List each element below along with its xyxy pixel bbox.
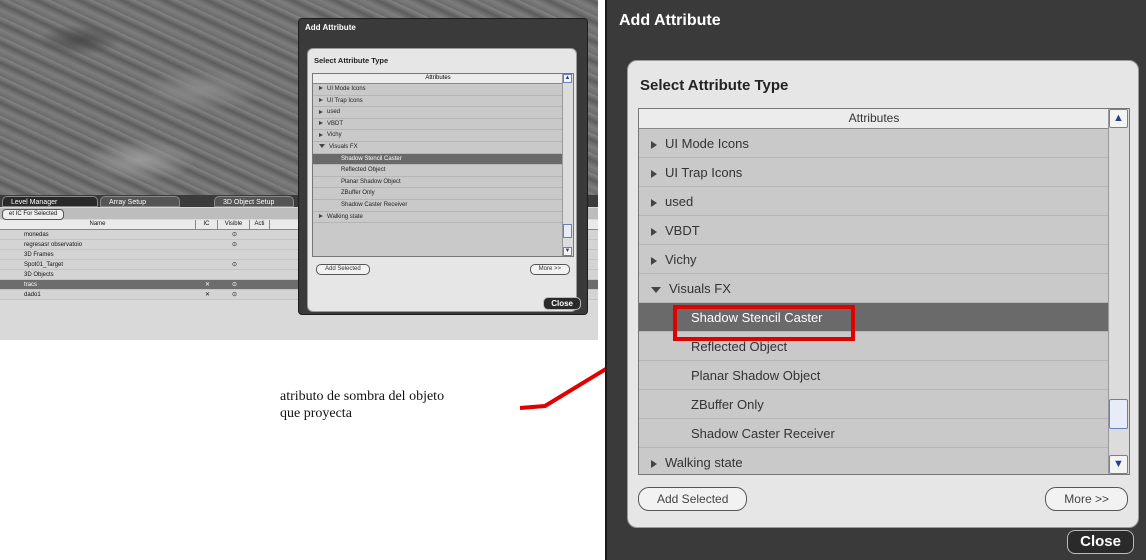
close-button[interactable]: Close xyxy=(1067,530,1134,554)
attribute-item[interactable]: UI Mode Icons xyxy=(639,129,1109,158)
attribute-item[interactable]: Walking state xyxy=(639,448,1109,474)
list-header: Attributes xyxy=(639,109,1109,129)
expand-right-icon[interactable] xyxy=(651,140,657,149)
scroll-up-icon[interactable]: ▲ xyxy=(1109,109,1128,128)
attribute-item-label: Shadow Caster Receiver xyxy=(691,426,835,441)
attribute-item-label: UI Mode Icons xyxy=(665,136,749,151)
attribute-item[interactable]: Shadow Caster Receiver xyxy=(639,419,1109,448)
attribute-list: Attributes UI Mode Icons UI Trap Icons use… xyxy=(638,108,1130,475)
section-title: Select Attribute Type xyxy=(640,77,789,94)
dialog-title: Add Attribute xyxy=(619,12,721,29)
attribute-item-label: Walking state xyxy=(665,455,743,470)
add-attribute-dialog: Add Attribute Select Attribute Type Attr… xyxy=(605,0,1146,560)
highlight-box xyxy=(673,305,855,341)
expand-right-icon[interactable] xyxy=(651,169,657,178)
attribute-item-label: Planar Shadow Object xyxy=(691,368,821,383)
expand-right-icon[interactable] xyxy=(651,256,657,265)
attribute-item-label: VBDT xyxy=(665,223,700,238)
attribute-item-label: Reflected Object xyxy=(691,339,788,354)
attribute-item-label: Vichy xyxy=(665,252,697,267)
attribute-item[interactable]: ZBuffer Only xyxy=(639,390,1109,419)
add-selected-button[interactable]: Add Selected xyxy=(638,487,748,511)
attribute-items: UI Mode Icons UI Trap Icons used VBDT Vichy V… xyxy=(639,129,1129,474)
expand-right-icon[interactable] xyxy=(651,459,657,468)
scrollbar[interactable]: ▲ ▼ xyxy=(1108,109,1129,474)
dialog-body: Select Attribute Type Attributes UI Mode… xyxy=(627,60,1139,528)
attribute-item[interactable]: UI Trap Icons xyxy=(639,158,1109,187)
expand-down-icon[interactable] xyxy=(651,286,661,293)
attribute-item[interactable]: used xyxy=(639,187,1109,216)
scroll-down-icon[interactable]: ▼ xyxy=(1109,455,1128,474)
attribute-item-label: ZBuffer Only xyxy=(691,397,764,412)
attribute-item-label: Visuals FX xyxy=(669,281,731,296)
expand-right-icon[interactable] xyxy=(651,198,657,207)
more-button[interactable]: More >> xyxy=(1045,487,1128,511)
scroll-thumb[interactable] xyxy=(1109,399,1128,429)
attribute-item[interactable]: Vichy xyxy=(639,245,1109,274)
attribute-item-label: UI Trap Icons xyxy=(665,165,743,180)
attribute-item-label: used xyxy=(665,194,694,209)
attribute-item[interactable]: Planar Shadow Object xyxy=(639,361,1109,390)
expand-right-icon[interactable] xyxy=(651,227,657,236)
attribute-item[interactable]: VBDT xyxy=(639,216,1109,245)
attribute-item[interactable]: Visuals FX xyxy=(639,274,1109,303)
